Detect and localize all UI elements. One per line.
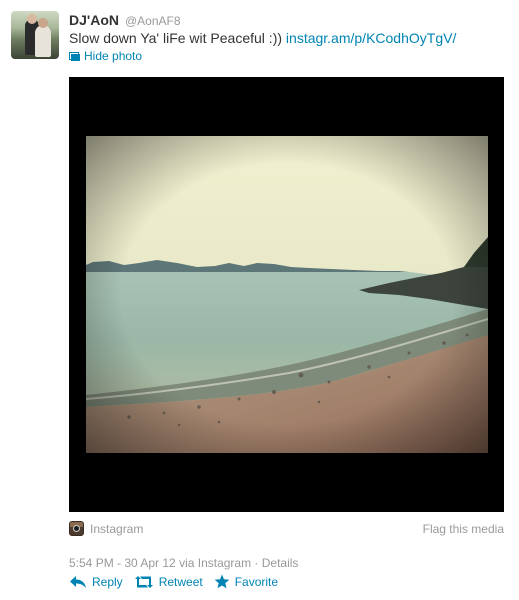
favorite-label: Favorite (234, 574, 279, 589)
favorite-button[interactable]: Favorite (214, 574, 278, 589)
tweet: DJ'AoN @AonAF8 Slow down Ya' liFe wit Pea… (0, 0, 519, 600)
avatar-head-right (38, 18, 48, 28)
avatar[interactable] (11, 11, 59, 59)
instagram-icon (69, 521, 84, 536)
source-name: Instagram (90, 521, 144, 536)
beach-photo (86, 136, 488, 453)
reply-label: Reply (92, 574, 123, 589)
retweet-icon (134, 575, 153, 588)
avatar-figure-right (35, 25, 51, 57)
photo-icon (69, 52, 80, 61)
media-source[interactable]: Instagram (69, 521, 143, 536)
retweet-button[interactable]: Retweet (134, 575, 203, 589)
hide-photo-label: Hide photo (84, 49, 143, 63)
tweet-header: DJ'AoN @AonAF8 (69, 12, 181, 30)
hide-photo-toggle[interactable]: Hide photo (69, 49, 142, 64)
avatar-head-left (27, 14, 37, 24)
retweet-label: Retweet (158, 574, 203, 589)
tweet-actions: Reply Retweet Favorite (69, 574, 289, 589)
reply-icon (70, 575, 86, 588)
display-name[interactable]: DJ'AoN (69, 12, 119, 28)
tweet-link[interactable]: instagr.am/p/KCodhOyTgV/ (286, 30, 456, 46)
favorite-icon (214, 574, 230, 589)
reply-button[interactable]: Reply (69, 575, 123, 589)
tweet-meta[interactable]: 5:54 PM - 30 Apr 12 via Instagram · Deta… (69, 556, 298, 570)
username[interactable]: @AonAF8 (125, 14, 181, 28)
tweet-text: Slow down Ya' liFe wit Peaceful :)) inst… (69, 30, 456, 47)
flag-media-link[interactable]: Flag this media (423, 522, 504, 536)
media-photo[interactable] (69, 77, 504, 512)
tweet-body: Slow down Ya' liFe wit Peaceful :)) (69, 30, 283, 46)
